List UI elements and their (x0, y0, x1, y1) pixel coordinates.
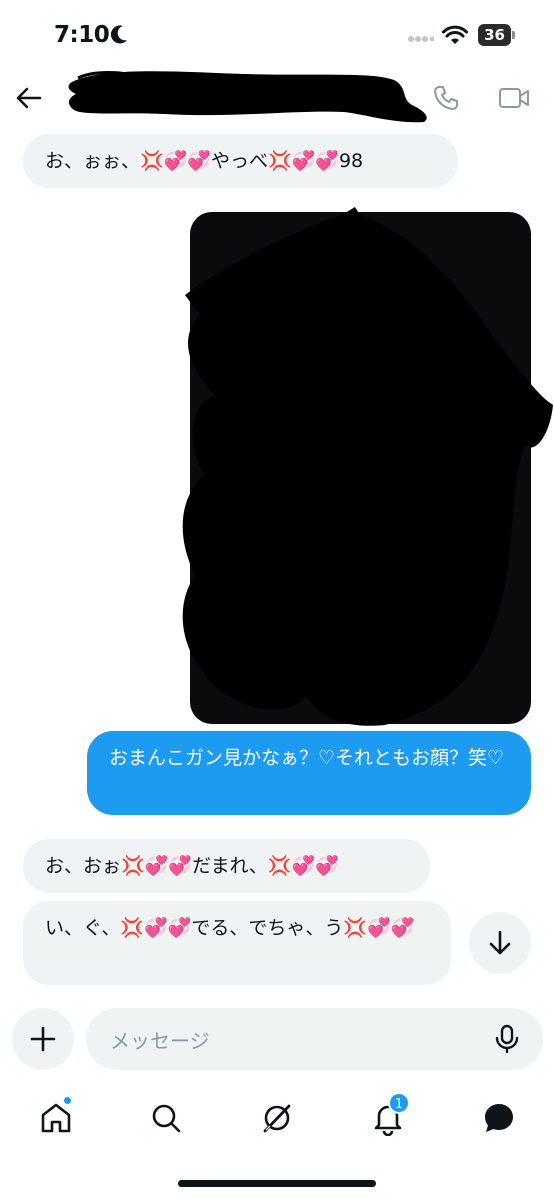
moon-icon (110, 25, 127, 44)
message-bubble-icon (485, 1104, 513, 1132)
home-indicator (178, 1180, 376, 1187)
microphone-icon[interactable] (494, 1024, 520, 1054)
scroll-to-bottom-button[interactable] (469, 912, 531, 974)
message-input-placeholder: メッセージ (110, 1029, 210, 1053)
status-bar: 7:10 36 (0, 0, 554, 70)
home-icon (41, 1103, 71, 1133)
grok-icon (263, 1104, 291, 1133)
home-unread-dot (63, 1096, 72, 1105)
redacted-contact-name (68, 71, 427, 123)
tab-search[interactable] (148, 1100, 184, 1136)
back-arrow-icon[interactable] (14, 84, 42, 112)
message-bubble-incoming[interactable]: い、ぐ、💢💞💞でる、でちゃ、う💢💞💞 (23, 901, 451, 985)
message-input[interactable]: メッセージ (86, 1008, 543, 1070)
status-time: 7:10 (54, 22, 110, 48)
search-icon (152, 1104, 181, 1133)
battery-level: 36 (484, 26, 505, 44)
tab-home[interactable] (38, 1096, 74, 1136)
arrow-down-icon (489, 930, 511, 955)
cellular-signal-icon (408, 36, 434, 42)
add-attachment-button[interactable] (12, 1008, 74, 1070)
message-bubble-outgoing[interactable]: おまんこガン見かなぁ？♡それともお顔？笑♡ (87, 731, 531, 815)
battery-indicator: 36 (478, 24, 516, 46)
message-bubble-incoming[interactable]: お、ぉぉ、💢💞💞やっべ💢💞💞98 (23, 134, 458, 188)
tab-messages[interactable] (481, 1100, 517, 1136)
video-call-icon[interactable] (498, 86, 530, 110)
bottom-tab-bar: 1 (0, 1090, 554, 1150)
plus-icon (30, 1026, 56, 1052)
message-bubble-incoming[interactable]: お、おぉ💢💞💞だまれ、💢💞💞 (23, 839, 430, 893)
notification-badge: 1 (388, 1092, 410, 1114)
tab-notifications[interactable]: 1 (370, 1092, 410, 1137)
image-redaction-scribble (182, 207, 553, 726)
phone-call-icon[interactable] (432, 84, 460, 112)
conversation-header (0, 68, 554, 130)
wifi-icon (442, 25, 468, 44)
tab-grok[interactable] (259, 1100, 295, 1136)
